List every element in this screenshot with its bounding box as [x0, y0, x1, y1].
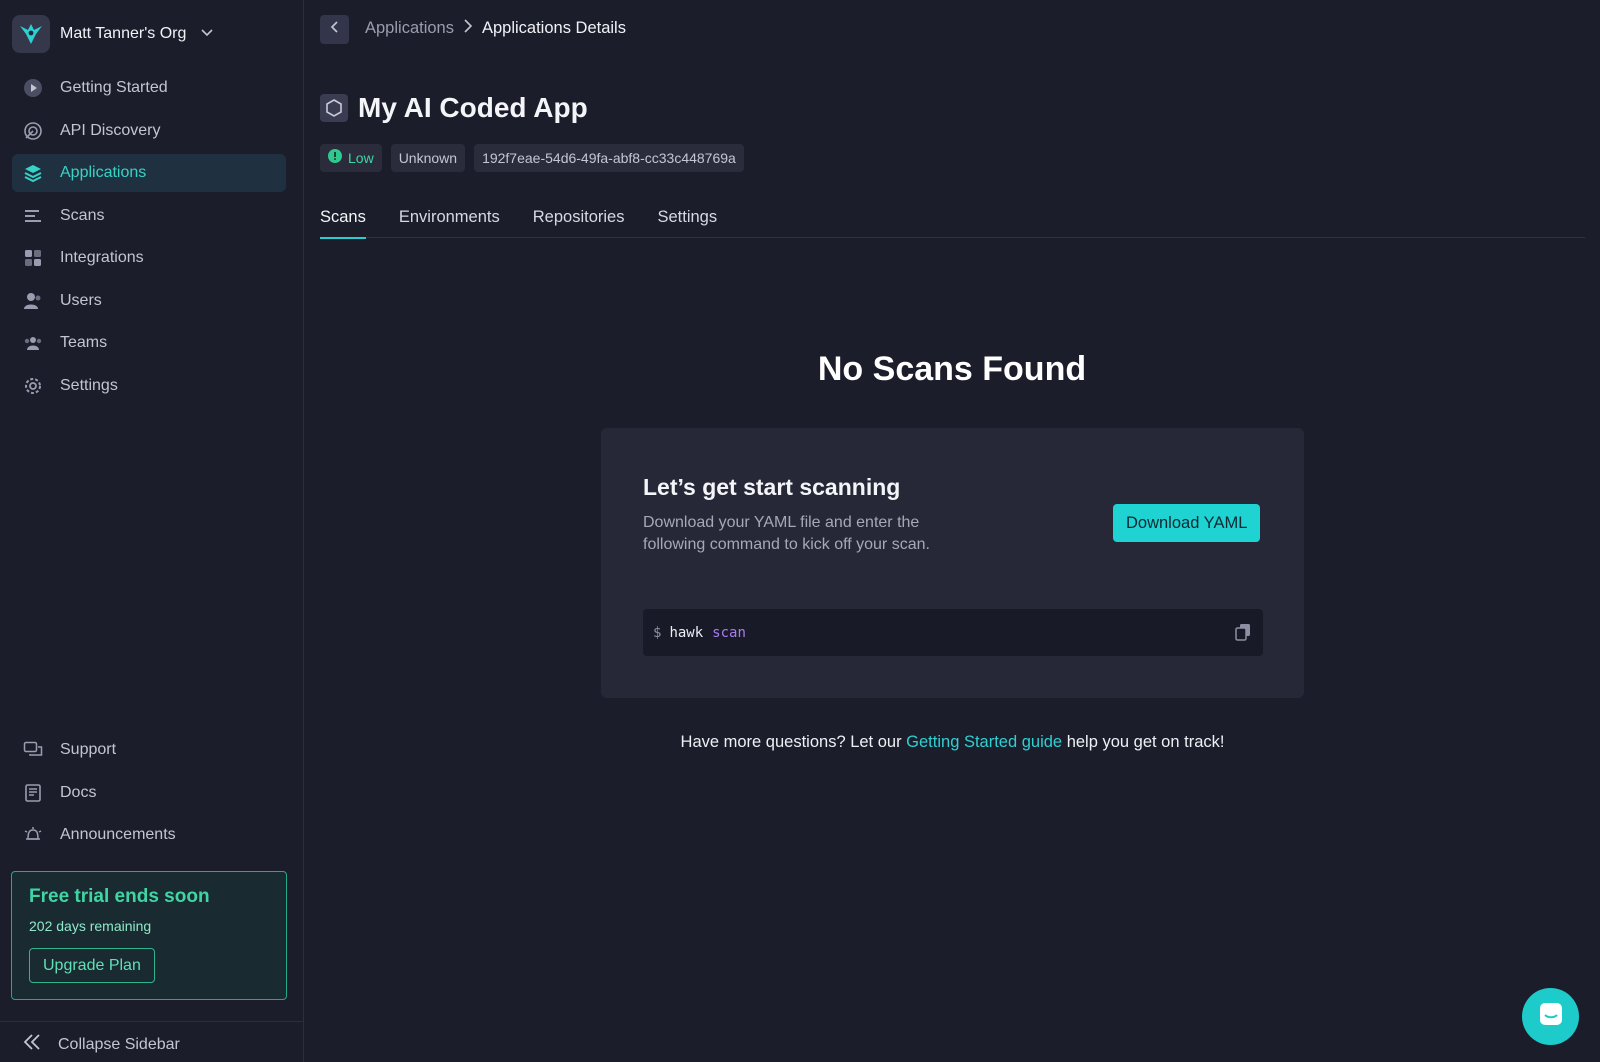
app-id-badge: 192f7eae-54d6-49fa-abf8-cc33c448769a — [474, 144, 744, 172]
sidebar-item-label: Docs — [60, 783, 97, 801]
sidebar-item-users[interactable]: Users — [12, 282, 286, 320]
sidebar-item-label: Settings — [60, 376, 118, 394]
chat-bubbles-icon — [22, 739, 44, 761]
sidebar: Matt Tanner's Org Getting Started API Di… — [0, 0, 304, 1062]
command-argument: scan — [712, 624, 746, 641]
sidebar-item-label: Integrations — [60, 249, 144, 266]
radar-icon — [22, 120, 44, 142]
risk-badge: Low — [320, 144, 382, 172]
book-icon — [22, 782, 44, 804]
app-title: My AI Coded App — [358, 92, 588, 123]
collapse-sidebar-label: Collapse Sidebar — [58, 1035, 180, 1053]
page-title: My AI Coded App — [320, 92, 588, 124]
double-chevron-left-icon — [22, 1032, 42, 1057]
sidebar-item-label: Applications — [60, 164, 147, 181]
risk-badge-label: Low — [348, 150, 374, 166]
chat-launcher-button[interactable] — [1522, 988, 1579, 1045]
sidebar-item-announcements[interactable]: Announcements — [12, 816, 286, 854]
org-logo — [12, 15, 50, 53]
sidebar-item-label: Getting Started — [60, 79, 168, 96]
play-circle-icon — [22, 77, 44, 99]
sidebar-item-label: Announcements — [60, 826, 176, 843]
sidebar-item-label: Support — [60, 741, 117, 758]
command-prompt: $ — [653, 624, 662, 641]
breadcrumb: Applications Applications Details — [365, 19, 626, 38]
back-button[interactable] — [320, 15, 349, 44]
org-switcher[interactable]: Matt Tanner's Org — [12, 14, 214, 54]
app-badges: Low Unknown 192f7eae-54d6-49fa-abf8-cc33… — [320, 144, 744, 172]
layers-icon — [22, 162, 44, 184]
get-started-card: Let’s get start scanning Download your Y… — [601, 428, 1304, 698]
user-icon — [22, 290, 44, 312]
sidebar-item-label: Users — [60, 291, 102, 309]
gear-icon — [22, 375, 44, 397]
info-circle-icon — [328, 144, 342, 172]
status-badge: Unknown — [390, 144, 466, 172]
collapse-sidebar-button[interactable]: Collapse Sidebar — [22, 1032, 180, 1057]
chevron-right-icon — [462, 19, 474, 38]
trial-banner: Free trial ends soon 202 days remaining … — [11, 871, 287, 1000]
trial-days-remaining: 202 days remaining — [29, 918, 152, 934]
breadcrumb-current: Applications Details — [481, 19, 626, 37]
sidebar-item-integrations[interactable]: Integrations — [12, 239, 286, 277]
sidebar-item-api-discovery[interactable]: API Discovery — [12, 112, 286, 150]
sidebar-item-teams[interactable]: Teams — [12, 324, 286, 362]
sidebar-item-label: API Discovery — [60, 121, 161, 139]
help-suffix: help you get on track! — [1062, 733, 1225, 751]
sidebar-item-settings[interactable]: Settings — [12, 367, 286, 405]
copy-icon[interactable] — [1233, 622, 1253, 646]
org-name: Matt Tanner's Org — [60, 25, 187, 42]
sidebar-item-support[interactable]: Support — [12, 731, 286, 769]
tab-bar: Scans Environments Repositories Settings — [320, 200, 1585, 239]
sidebar-item-applications[interactable]: Applications — [12, 154, 286, 192]
upgrade-plan-button[interactable]: Upgrade Plan — [29, 948, 155, 983]
chat-icon — [1537, 1000, 1565, 1033]
list-icon — [22, 205, 44, 227]
download-yaml-button[interactable]: Download YAML — [1113, 504, 1261, 542]
chevron-left-icon — [328, 20, 342, 39]
sidebar-item-label: Scans — [60, 206, 105, 224]
sidebar-nav: Getting Started API Discovery Applicatio… — [12, 69, 286, 409]
divider — [0, 1021, 304, 1022]
tab-repositories[interactable]: Repositories — [533, 200, 625, 238]
help-prefix: Have more questions? Let our — [680, 733, 907, 751]
tab-settings[interactable]: Settings — [657, 200, 717, 238]
grid-icon — [22, 247, 44, 269]
help-text: Have more questions? Let our Getting Sta… — [601, 733, 1304, 752]
trial-title: Free trial ends soon — [29, 886, 210, 907]
bell-icon — [22, 824, 44, 846]
tab-environments[interactable]: Environments — [399, 200, 500, 238]
sidebar-item-getting-started[interactable]: Getting Started — [12, 69, 286, 107]
team-icon — [22, 332, 44, 354]
breadcrumb-applications-link[interactable]: Applications — [365, 19, 454, 38]
card-description: Download your YAML file and enter the fo… — [643, 514, 930, 553]
card-title: Let’s get start scanning — [643, 474, 901, 500]
sidebar-item-docs[interactable]: Docs — [12, 774, 286, 812]
empty-state-title: No Scans Found — [817, 350, 1087, 388]
command-snippet: $ hawk scan — [643, 609, 1263, 656]
sidebar-item-label: Teams — [60, 334, 108, 351]
sidebar-bottom-nav: Support Docs Announcements — [12, 731, 286, 859]
getting-started-guide-link[interactable]: Getting Started guide — [906, 733, 1062, 751]
hexagon-icon — [320, 94, 348, 122]
tab-scans[interactable]: Scans — [320, 200, 366, 239]
sidebar-item-scans[interactable]: Scans — [12, 197, 286, 235]
chevron-down-icon — [200, 25, 214, 44]
command-binary: hawk — [669, 624, 704, 641]
